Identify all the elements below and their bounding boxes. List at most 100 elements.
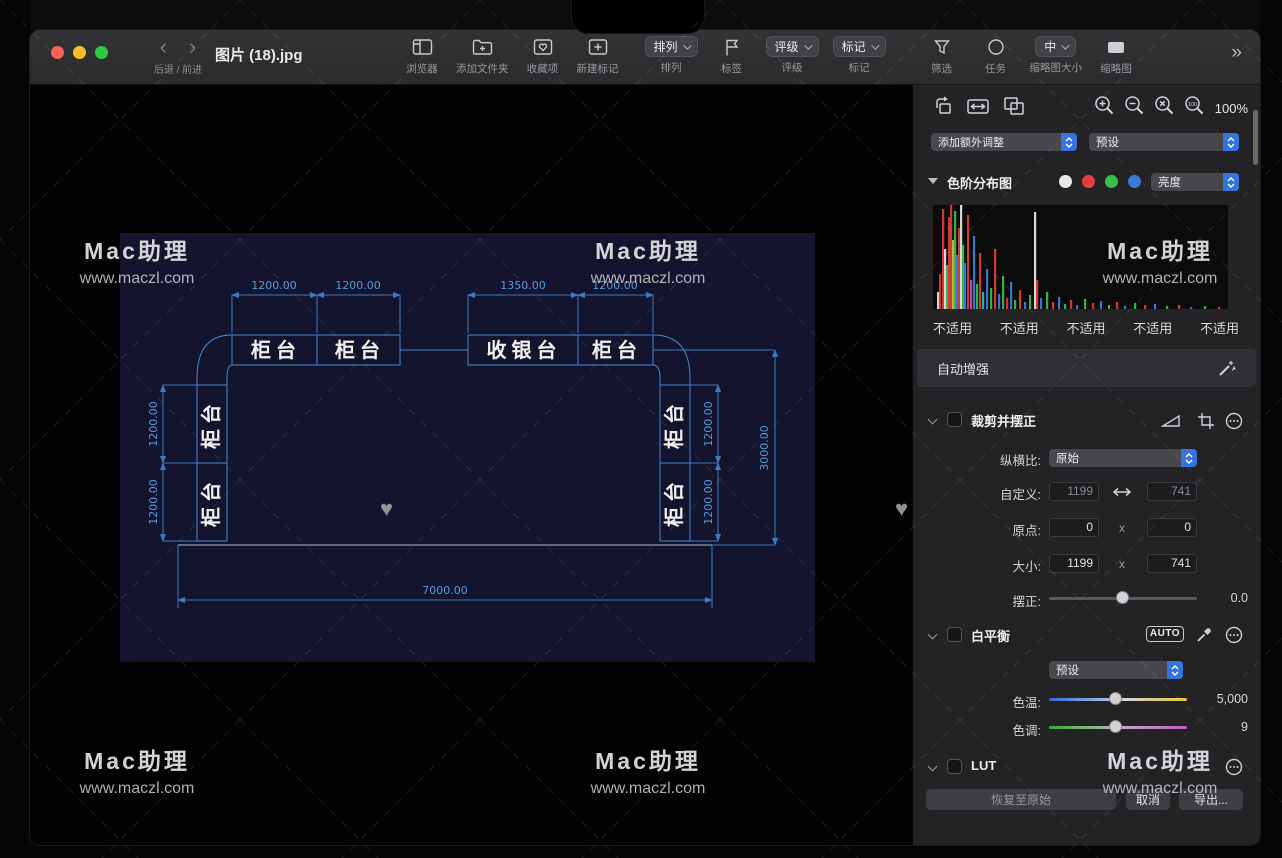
channel-green-dot[interactable] — [1105, 175, 1118, 188]
export-button[interactable]: 导出... — [1179, 789, 1243, 810]
size-height-input[interactable]: 741 — [1147, 554, 1197, 573]
cancel-button[interactable]: 取消 — [1126, 789, 1170, 810]
cad-counter-label: 柜台 — [662, 399, 686, 449]
channel-white-dot[interactable] — [1059, 175, 1072, 188]
temperature-slider[interactable] — [1049, 692, 1187, 706]
flip-horizontal-icon[interactable] — [966, 96, 990, 121]
custom-size-label: 自定义: — [913, 484, 1041, 503]
toolbar-filter[interactable]: 筛选 — [922, 36, 962, 76]
more-options-icon[interactable] — [1225, 626, 1243, 649]
toolbar-new-tag[interactable]: 新建标记 — [577, 36, 619, 76]
forward-button[interactable]: › — [189, 36, 196, 58]
tint-slider[interactable] — [1049, 720, 1187, 734]
lut-checkbox[interactable] — [947, 759, 962, 774]
crop-enable-checkbox[interactable] — [947, 412, 962, 427]
custom-height-input[interactable]: 741 — [1147, 482, 1197, 501]
crop-section-header: 裁剪并摆正 — [913, 410, 1260, 432]
disclosure-triangle-icon[interactable] — [928, 178, 938, 184]
wb-preset-row: 预设 — [913, 660, 1260, 681]
origin-y-input[interactable]: 0 — [1147, 518, 1197, 537]
cad-counter-label: 柜台 — [662, 477, 686, 527]
svg-text:100: 100 — [1188, 102, 1197, 108]
zoom-out-icon[interactable] — [1124, 95, 1145, 121]
arrange-dropdown[interactable]: 排列 — [645, 36, 698, 57]
chevron-down-icon[interactable] — [928, 415, 938, 425]
level-icon[interactable] — [1161, 413, 1181, 433]
cad-counter-label: 柜台 — [592, 338, 642, 362]
toolbar-overflow-button[interactable]: » — [1231, 42, 1242, 64]
eyedropper-icon[interactable] — [1195, 626, 1213, 649]
white-balance-title: 白平衡 — [971, 626, 1010, 645]
rotate-left-icon[interactable] — [933, 96, 955, 121]
swap-arrows-icon[interactable] — [1111, 485, 1133, 504]
size-width-input[interactable]: 1199 — [1049, 554, 1099, 573]
thumbnail-icon — [1106, 36, 1126, 58]
filter-funnel-icon — [933, 36, 951, 58]
na-label: 不适用 — [1133, 318, 1172, 337]
slider-thumb[interactable] — [1109, 692, 1122, 705]
white-balance-checkbox[interactable] — [947, 627, 962, 642]
more-options-icon[interactable] — [1225, 758, 1243, 781]
channel-popup[interactable]: 亮度 — [1151, 173, 1239, 191]
thumb-size-dropdown[interactable]: 中 — [1035, 36, 1076, 57]
mark-dropdown[interactable]: 标记 — [833, 36, 886, 57]
slider-thumb[interactable] — [1109, 720, 1122, 733]
popup-chevrons-icon — [1167, 661, 1183, 679]
presets-popup[interactable]: 预设 — [1089, 133, 1239, 151]
toolbar-favorites[interactable]: 收藏项 — [523, 36, 563, 76]
traffic-lights — [51, 46, 108, 59]
minimize-window-button[interactable] — [73, 46, 86, 59]
toolbar-arrange: 排列 排列 — [645, 36, 698, 75]
add-adjustments-popup[interactable]: 添加额外调整 — [931, 133, 1077, 151]
more-options-icon[interactable] — [1225, 412, 1243, 435]
channel-blue-dot[interactable] — [1128, 175, 1141, 188]
history-nav: ‹ › 后退 / 前进 — [138, 36, 218, 76]
restore-original-button[interactable]: 恢复至原始 — [926, 789, 1116, 810]
zoom-in-icon[interactable] — [1094, 95, 1115, 121]
back-button[interactable]: ‹ — [160, 36, 167, 58]
panel-scrollbar[interactable] — [1253, 110, 1258, 165]
temperature-label: 色温: — [913, 692, 1041, 711]
chevron-down-icon — [804, 41, 812, 49]
histogram-title: 色阶分布图 — [947, 173, 1012, 192]
rating-dropdown[interactable]: 评级 — [766, 36, 819, 57]
slider-thumb[interactable] — [1116, 591, 1129, 604]
tasks-circle-icon — [987, 36, 1005, 58]
canvas-size-icon[interactable] — [1003, 96, 1025, 121]
close-window-button[interactable] — [51, 46, 64, 59]
origin-x-input[interactable]: 0 — [1049, 518, 1099, 537]
zoom-window-button[interactable] — [95, 46, 108, 59]
exif-na-row: 不适用 不适用 不适用 不适用 不适用 — [933, 318, 1239, 337]
cad-cashier-label: 收银台 — [487, 338, 562, 362]
histogram-chart — [933, 205, 1228, 309]
cad-dim: 1200.00 — [592, 279, 638, 292]
toolbar-thumbnail[interactable]: 缩略图 — [1096, 36, 1136, 76]
toolbar-browser[interactable]: 浏览器 — [402, 36, 442, 76]
toolbar-tasks[interactable]: 任务 — [976, 36, 1016, 76]
image-canvas[interactable]: 1200.00 1200.00 1350.00 1200.00 1200.00 … — [30, 85, 912, 845]
crop-section-title: 裁剪并摆正 — [971, 411, 1036, 430]
app-window: ‹ › 后退 / 前进 图片 (18).jpg 浏览器 添加文件夹 — [30, 30, 1260, 845]
chevron-down-icon[interactable] — [928, 630, 938, 640]
zoom-100-icon[interactable]: 100 — [1184, 95, 1205, 121]
new-tag-icon — [588, 36, 608, 58]
toolbar-add-folder[interactable]: 添加文件夹 — [456, 36, 509, 76]
histogram-header: 色阶分布图 亮度 — [913, 173, 1260, 195]
popup-chevrons-icon — [1061, 133, 1077, 151]
auto-enhance-button[interactable]: 自动增强 — [917, 349, 1256, 387]
custom-size-row: 自定义: 1199 741 — [913, 482, 1260, 503]
chevron-down-icon — [1061, 41, 1069, 49]
channel-red-dot[interactable] — [1082, 175, 1095, 188]
toolbar-tags[interactable]: 标签 — [712, 36, 752, 76]
aspect-ratio-popup[interactable]: 原始 — [1049, 449, 1197, 467]
auto-badge[interactable]: AUTO — [1146, 626, 1184, 642]
zoom-fit-icon[interactable] — [1154, 95, 1175, 121]
custom-width-input[interactable]: 1199 — [1049, 482, 1099, 501]
cad-dim: 1200.00 — [147, 479, 160, 525]
straighten-slider[interactable] — [1049, 591, 1197, 605]
popup-chevrons-icon — [1181, 449, 1197, 467]
chevron-down-icon[interactable] — [928, 762, 938, 772]
camera-notch — [572, 0, 704, 33]
wb-preset-popup[interactable]: 预设 — [1049, 661, 1183, 679]
crop-icon[interactable] — [1197, 412, 1215, 435]
